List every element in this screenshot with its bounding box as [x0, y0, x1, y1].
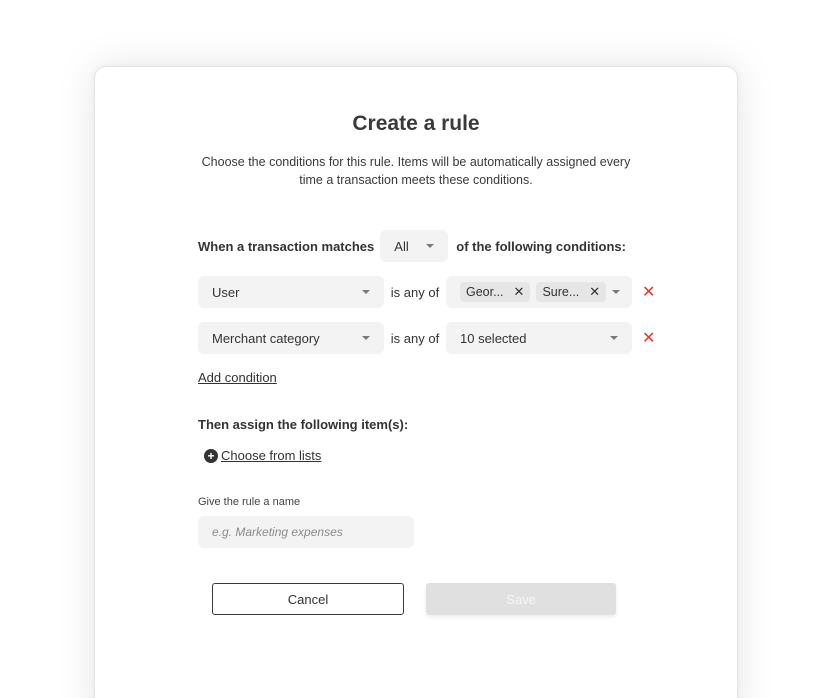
condition-value-text: 10 selected [460, 330, 527, 346]
remove-condition-icon[interactable]: ✕ [642, 282, 655, 302]
condition-field-select[interactable]: User [198, 276, 384, 308]
condition-value-select[interactable]: Geor... ✕ Sure... ✕ [446, 276, 632, 308]
chip-close-icon[interactable]: ✕ [514, 284, 525, 300]
chevron-down-icon [612, 290, 621, 294]
selected-chip: Sure... ✕ [536, 282, 607, 302]
condition-row: User is any of Geor... ✕ Sure... ✕ ✕ [198, 276, 655, 308]
dialog-subtitle: Choose the conditions for this rule. Ite… [201, 155, 631, 187]
choose-from-lists-link[interactable]: Choose from lists [221, 448, 321, 463]
save-button[interactable]: Save [426, 583, 616, 615]
condition-field-value: User [212, 284, 240, 300]
match-prefix: When a transaction matches [198, 238, 375, 254]
rule-name-label: Give the rule a name [198, 496, 301, 508]
match-mode-select[interactable]: All [380, 230, 449, 262]
condition-value-select[interactable]: 10 selected [446, 322, 632, 354]
match-mode-value: All [394, 238, 409, 254]
chevron-down-icon [362, 336, 370, 340]
cancel-button[interactable]: Cancel [212, 583, 404, 615]
rule-name-input[interactable] [198, 516, 414, 548]
chip-label: Sure... [542, 285, 580, 299]
condition-row: Merchant category is any of 10 selected … [198, 322, 655, 354]
selected-chip: Geor... ✕ [460, 282, 531, 302]
condition-field-value: Merchant category [212, 330, 320, 346]
choose-from-lists-button[interactable]: + Choose from lists [204, 448, 321, 463]
page: Create a rule Choose the conditions for … [0, 0, 832, 698]
match-row: When a transaction matches All of the fo… [198, 230, 626, 262]
remove-condition-icon[interactable]: ✕ [642, 328, 655, 348]
condition-operator: is any of [390, 284, 440, 300]
chip-label: Geor... [466, 285, 504, 299]
plus-circle-icon: + [204, 448, 218, 463]
condition-field-select[interactable]: Merchant category [198, 322, 384, 354]
dialog-title: Create a rule [352, 112, 480, 135]
add-condition-link[interactable]: Add condition [198, 370, 277, 385]
assign-items-heading: Then assign the following item(s): [198, 417, 409, 432]
chip-close-icon[interactable]: ✕ [589, 284, 600, 300]
create-rule-dialog: Create a rule Choose the conditions for … [94, 66, 738, 698]
chevron-down-icon [610, 336, 618, 340]
chevron-down-icon [426, 244, 435, 248]
chevron-down-icon [362, 290, 370, 294]
condition-operator: is any of [390, 330, 440, 346]
match-suffix: of the following conditions: [456, 238, 626, 254]
